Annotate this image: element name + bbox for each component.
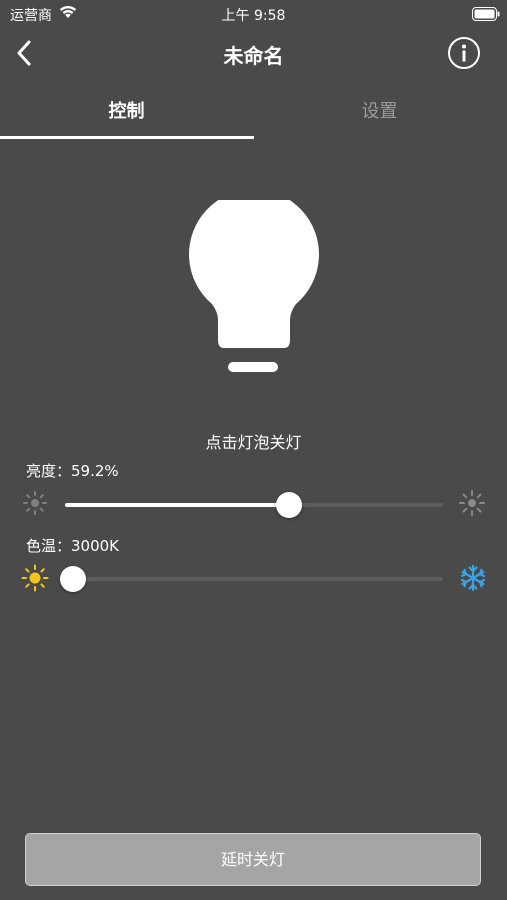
delay-off-button[interactable]: 延时关灯 (25, 833, 481, 886)
tab-settings[interactable]: 设置 (253, 97, 506, 123)
brightness-slider-fill (65, 503, 289, 507)
light-bulb-button[interactable] (188, 189, 320, 375)
status-bar: 运营商 上午 9:58 (0, 0, 507, 28)
color-temp-slider[interactable] (59, 566, 443, 592)
bulb-hint: 点击灯泡关灯 (205, 433, 302, 452)
tab-control[interactable]: 控制 (0, 97, 253, 123)
brightness-slider[interactable] (65, 492, 443, 518)
brightness-slider-thumb[interactable] (275, 492, 302, 518)
color-temp-label: 色温：3000K (26, 537, 120, 555)
brightness-low-icon (22, 490, 48, 520)
brightness-label: 亮度：59.2% (26, 462, 119, 480)
snowflake-icon (459, 564, 487, 596)
info-button[interactable] (447, 36, 481, 70)
brightness-high-icon (459, 490, 485, 520)
info-icon (448, 37, 480, 69)
page-title: 未命名 (223, 44, 284, 68)
bulb-icon (189, 189, 319, 372)
status-clock: 上午 9:58 (221, 8, 286, 24)
battery-icon (472, 6, 500, 25)
sun-icon (21, 564, 49, 596)
color-temp-slider-thumb[interactable] (59, 566, 86, 592)
tab-indicator (0, 136, 254, 139)
